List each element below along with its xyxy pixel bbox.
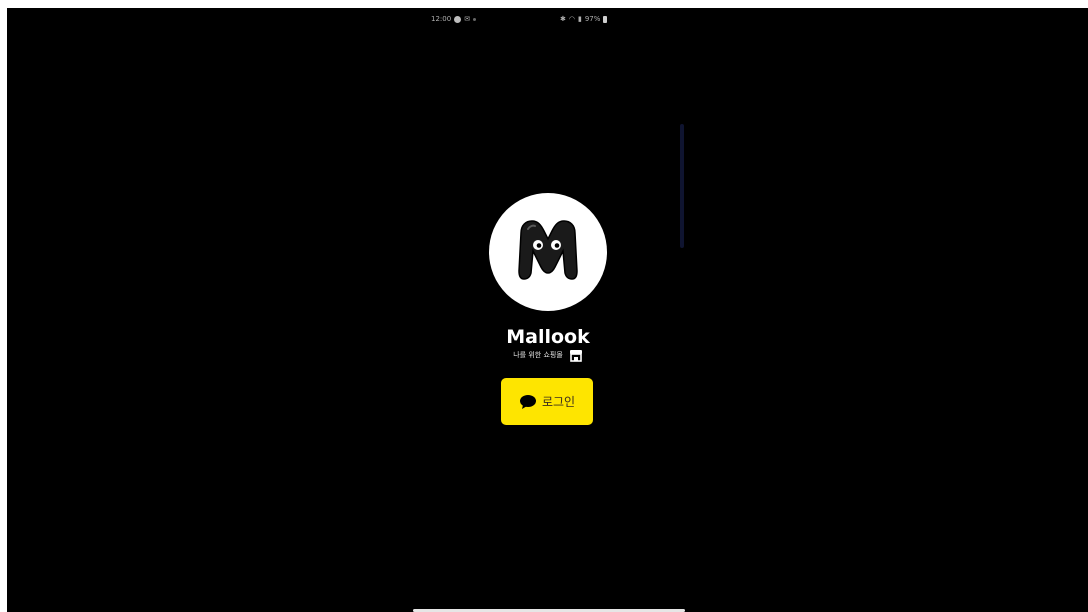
- app-screen: 12:00 ✉ ✱ ◠ ▮ 97% Mallook 나를 위한 쇼핑몰 로그인: [7, 8, 1088, 612]
- status-time: 12:00: [431, 15, 452, 23]
- notification-icon: [454, 15, 462, 23]
- battery-percent: 97%: [584, 15, 601, 23]
- tagline-row: 나를 위한 쇼핑몰: [440, 348, 656, 362]
- speech-bubble-icon: [519, 394, 536, 409]
- app-logo: [489, 193, 607, 311]
- signal-icon: ▮: [577, 15, 582, 23]
- login-button-label: 로그인: [541, 394, 576, 409]
- kakao-login-button[interactable]: 로그인: [501, 378, 593, 425]
- m-monster-logo-icon: [518, 220, 578, 280]
- status-bar-right: ✱ ◠ ▮ 97%: [560, 12, 608, 26]
- store-icon: [569, 349, 582, 362]
- battery-icon: [603, 15, 608, 23]
- wifi-icon: ◠: [568, 15, 575, 23]
- status-bar: 12:00 ✉ ✱ ◠ ▮ 97%: [7, 12, 1088, 26]
- bluetooth-icon: ✱: [560, 15, 566, 23]
- status-bar-left: 12:00 ✉: [431, 12, 477, 26]
- scroll-indicator: [680, 124, 684, 248]
- mail-icon: ✉: [464, 15, 471, 23]
- app-title: Mallook: [506, 326, 590, 348]
- more-notifications-icon: [473, 17, 477, 21]
- app-tagline: 나를 위한 쇼핑몰: [513, 351, 563, 359]
